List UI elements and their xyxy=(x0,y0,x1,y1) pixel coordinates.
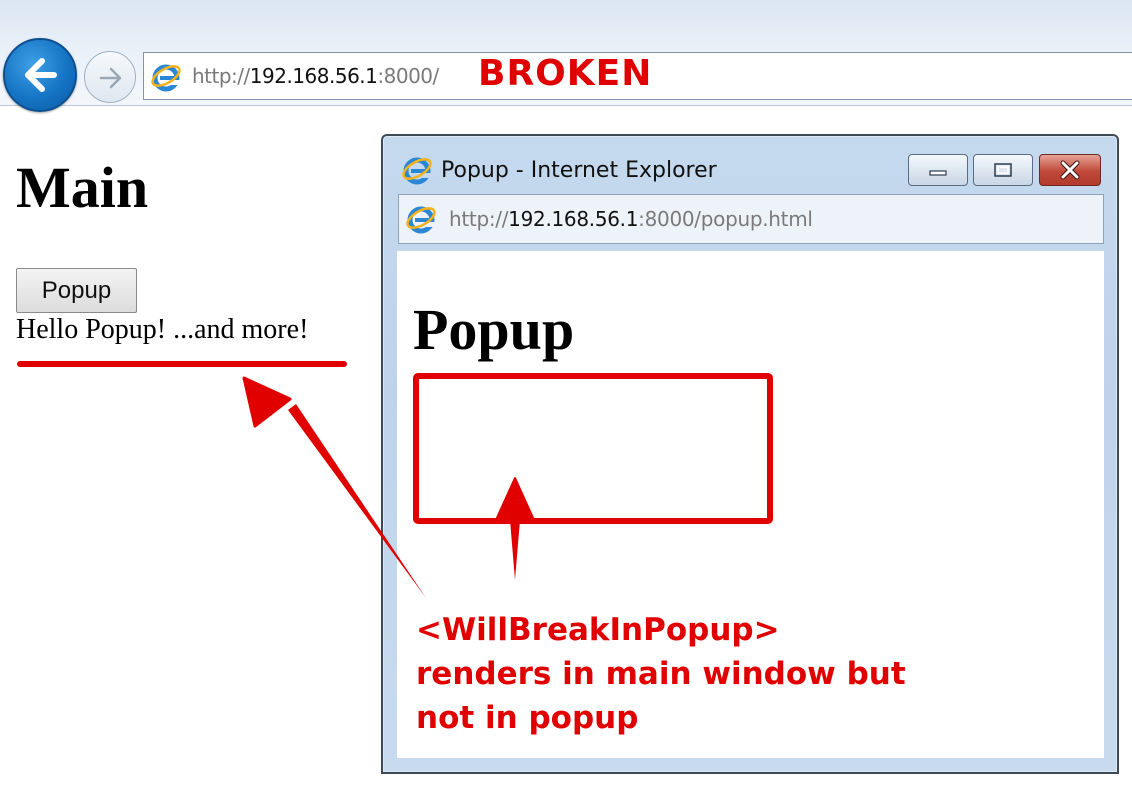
annotation-arrow-diagonal xyxy=(242,376,426,598)
annotation-empty-box xyxy=(413,373,773,524)
annotation-arrow-up xyxy=(495,477,535,580)
annotation-explanation: <WillBreakInPopup> renders in main windo… xyxy=(416,612,906,736)
